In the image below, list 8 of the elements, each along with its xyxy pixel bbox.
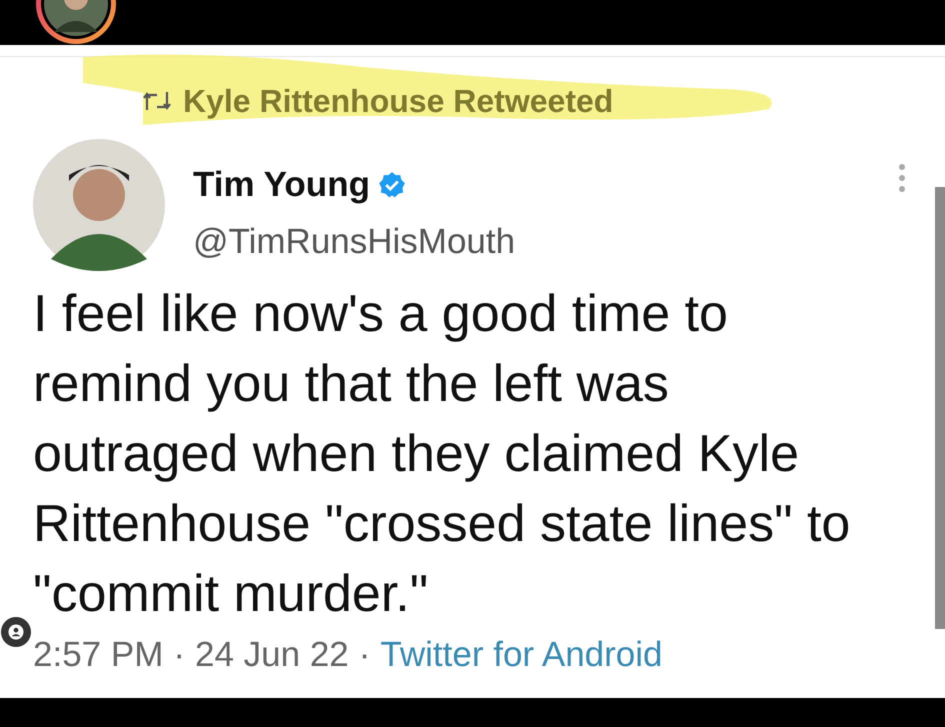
separator-dot: · (173, 634, 186, 676)
timestamp-text: 24 Jun 22 (195, 634, 349, 676)
tweet-text: I feel like now's a good time to remind you that the left was outraged when they claimed Kyle Rittenhouse "crossed state lines" to "commit murder." (33, 284, 852, 625)
timestamp-text: 2:57 PM (33, 634, 164, 676)
separator-dot: · (358, 634, 370, 676)
author-name[interactable]: Tim Young (193, 159, 370, 212)
author-handle[interactable]: @TimRunsHisMouth (193, 216, 516, 268)
source-link[interactable]: Twitter for Android (380, 629, 662, 682)
